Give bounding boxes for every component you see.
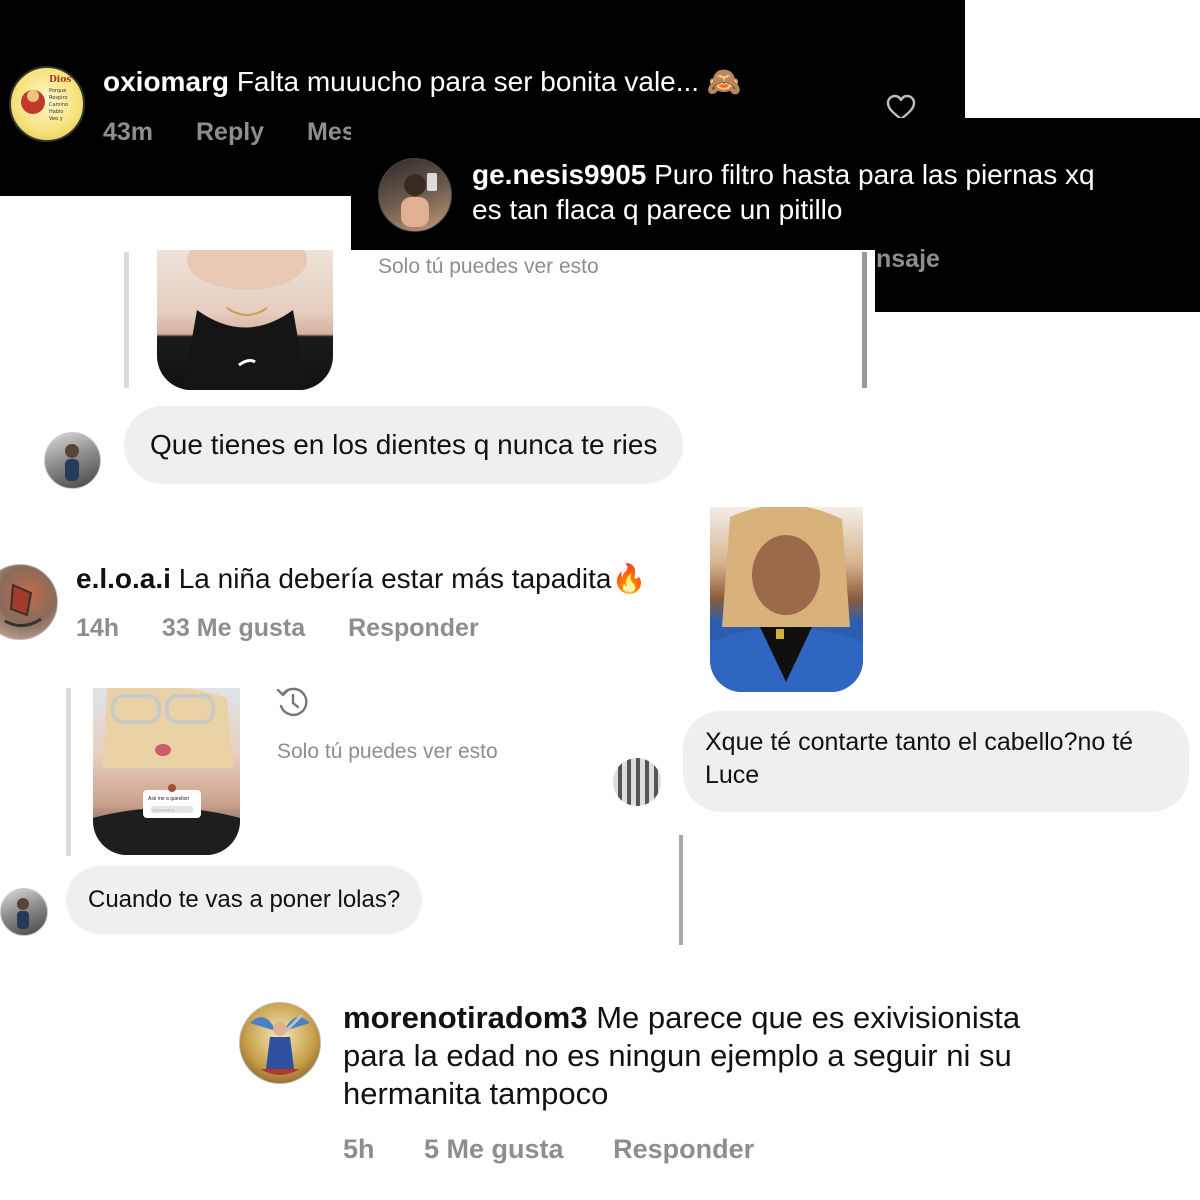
tattoo-icon [4,583,42,627]
timestamp: 5h [343,1134,375,1164]
likes-count[interactable]: 5 Me gusta [424,1134,564,1164]
message-button[interactable]: Mes [307,118,356,146]
timestamp: 14h [76,614,120,642]
comment-text-oxiomarg: oxiomarg Falta muuucho para ser bonita v… [103,64,742,100]
svg-text:Camino: Camino [49,102,68,108]
person-icon [17,898,29,929]
comment-text-genesis: ge.nesis9905 Puro filtro hasta para las … [472,157,1095,227]
avatar-eloai[interactable] [0,564,58,640]
svg-text:Hablo: Hablo [49,109,63,115]
story-thumbnail-1[interactable] [157,250,333,390]
svg-text:Dios: Dios [49,75,71,85]
fire-emoji: 🔥 [611,563,647,594]
comment-body-line1: Me parece que es exivisionista [596,1000,1021,1035]
timestamp: 43m [103,118,154,146]
question-sticker-input: Type something... [153,808,177,812]
username-morenotiradom3[interactable]: morenotiradom3 [343,1000,588,1035]
username-genesis[interactable]: ge.nesis9905 [472,159,646,190]
person-icon [65,444,79,481]
person-silhouette-icon [401,173,437,227]
comment-body: La niña debería estar más tapadita [178,563,612,594]
story-preview-image [183,250,307,390]
comment-meta-morenotiradom3: 5h 5 Me gusta Responder [343,1134,754,1165]
message-bubble-3: Xque té contarte tanto el cabello?no té … [683,711,1189,812]
story-reply-line-2 [66,688,71,856]
question-sticker-title: Ask me a question [148,796,190,802]
story-reply-line [124,252,129,388]
prayer-card-icon: Dios Porque Respiro Camino Hablo Veo y [21,75,71,122]
private-note: Solo tú puedes ver esto [378,255,599,278]
comment-body-line1: Puro filtro hasta para las piernas xq [654,159,1095,190]
reply-button[interactable]: Reply [196,118,264,146]
avatar-genesis[interactable] [378,158,452,232]
story-preview-image [710,507,863,692]
reply-button[interactable]: Responder [348,614,479,642]
archangel-icon [250,1013,310,1075]
story-thumbnail-2[interactable]: Ask me a question Type something... [93,688,240,855]
svg-text:Veo y: Veo y [49,116,63,122]
comment-meta-eloai: 14h 33 Me gusta Responder [76,614,479,643]
private-note: Solo tú puedes ver esto [277,740,498,763]
story-thumbnail-3[interactable] [710,507,863,692]
avatar-dm-sender [613,758,661,806]
likes-count[interactable]: 33 Me gusta [162,614,305,642]
comment-meta-oxiomarg: 43m Reply Mes [103,118,356,147]
comment-body-line2: es tan flaca q parece un pitillo [472,194,843,225]
comment-body-line3: hermanita tampoco [343,1076,609,1111]
avatar-sender-1 [44,432,101,489]
message-bubble-1: Que tienes en los dientes q nunca te rie… [124,406,684,484]
story-reply-line-right [862,252,867,388]
message-bubble-2: Cuando te vas a poner lolas? [66,866,423,934]
reply-button[interactable]: Responder [613,1134,754,1164]
replay-icon[interactable] [275,684,311,720]
message-button-partial[interactable]: nsaje [876,245,940,274]
svg-text:Porque: Porque [49,88,66,94]
comment-body-line2: para la edad no es ningun ejemplo a segu… [343,1038,1012,1073]
username-oxiomarg[interactable]: oxiomarg [103,66,229,97]
message-line-2: Luce [705,761,760,789]
comment-text-eloai: e.l.o.a.i La niña debería estar más tapa… [76,561,646,597]
username-eloai[interactable]: e.l.o.a.i [76,563,171,594]
comment-body: Falta muuucho para ser bonita vale... [236,66,700,97]
avatar-sender-2 [0,888,48,936]
vertical-divider [679,835,683,945]
avatar-morenotiradom3[interactable] [239,1002,321,1084]
comment-text-morenotiradom3: morenotiradom3 Me parece que es exivisio… [343,999,1020,1113]
story-preview-image [93,688,240,855]
avatar-oxiomarg[interactable]: Dios Porque Respiro Camino Hablo Veo y [9,66,85,142]
see-no-evil-monkey-emoji: 🙈 [706,66,742,97]
svg-text:Respiro: Respiro [49,95,68,101]
message-line-1: Xque té contarte tanto el cabello?no té [705,728,1134,756]
